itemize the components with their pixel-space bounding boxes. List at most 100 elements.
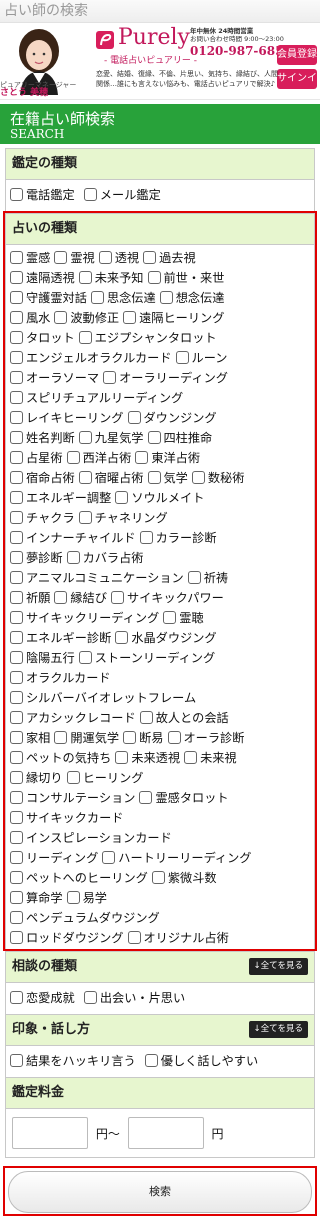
checkbox-box[interactable] <box>167 731 181 744</box>
checkbox-box[interactable] <box>10 751 23 764</box>
checkbox-fortune-option[interactable]: 祈祷 <box>187 568 228 587</box>
checkbox-box[interactable] <box>127 931 141 944</box>
checkbox-fortune-option[interactable]: スピリチュアルリーディング <box>10 388 183 407</box>
checkbox-fortune-option[interactable]: ソウルメイト <box>115 488 204 507</box>
checkbox-fortune-option[interactable]: カラー診断 <box>139 528 217 547</box>
checkbox-fortune-option[interactable]: 数秘術 <box>191 468 244 487</box>
checkbox-fortune-option[interactable]: ダウンジング <box>127 408 217 427</box>
checkbox-fortune-option[interactable]: オーラリーディング <box>103 368 228 387</box>
checkbox-box[interactable] <box>110 591 124 604</box>
checkbox-box[interactable] <box>10 871 23 884</box>
checkbox-encounter[interactable]: 出会い・片思い <box>83 988 185 1008</box>
checkbox-fortune-option[interactable]: 霊視 <box>54 248 95 267</box>
checkbox-fortune-option[interactable]: 故人との会話 <box>139 708 229 727</box>
checkbox-fortune-option[interactable]: サイキックカード <box>10 808 124 827</box>
checkbox-fortune-option[interactable]: 想念伝達 <box>159 288 224 307</box>
checkbox-love[interactable]: 恋愛成就 <box>10 988 75 1008</box>
checkbox-box[interactable] <box>147 431 161 444</box>
checkbox-mail-appraisal[interactable]: メール鑑定 <box>83 185 161 205</box>
impression-see-all-button[interactable]: ↓全てを見る <box>248 1021 308 1038</box>
checkbox-fortune-option[interactable]: ペンデュラムダウジング <box>10 908 160 927</box>
register-button[interactable]: 会員登録 <box>277 45 317 65</box>
checkbox-box[interactable] <box>54 311 68 324</box>
checkbox-box[interactable] <box>10 371 23 384</box>
checkbox-fortune-option[interactable]: 前世・来世 <box>147 268 224 287</box>
checkbox-box[interactable] <box>123 731 137 744</box>
checkbox-box[interactable] <box>139 791 153 804</box>
checkbox-box[interactable] <box>66 891 80 904</box>
checkbox-gentle-talk[interactable]: 優しく話しやすい <box>144 1051 258 1071</box>
checkbox-fortune-option[interactable]: ロッドダウジング <box>10 928 124 947</box>
checkbox-fortune-option[interactable]: 霊聴 <box>163 608 204 627</box>
checkbox-fortune-option[interactable]: 家相 <box>10 728 50 747</box>
checkbox-fortune-option[interactable]: 遠隔ヒーリング <box>123 308 224 327</box>
checkbox-box[interactable] <box>10 831 23 844</box>
phone-number[interactable]: 0120-987-685 <box>190 44 283 58</box>
checkbox-box[interactable] <box>10 851 23 864</box>
checkbox-box[interactable] <box>10 351 23 364</box>
checkbox-box[interactable] <box>54 251 68 264</box>
checkbox-fortune-option[interactable]: 水晶ダウジング <box>115 628 217 647</box>
checkbox-fortune-option[interactable]: 東洋占術 <box>135 448 200 467</box>
checkbox-box[interactable] <box>10 891 23 904</box>
checkbox-box[interactable] <box>115 491 129 504</box>
checkbox-box[interactable] <box>10 1054 23 1067</box>
checkbox-box[interactable] <box>103 371 117 384</box>
checkbox-box[interactable] <box>139 711 153 724</box>
checkbox-fortune-option[interactable]: 紫微斗数 <box>151 868 217 887</box>
checkbox-box[interactable] <box>10 631 23 644</box>
checkbox-fortune-option[interactable]: 未来予知 <box>78 268 144 287</box>
checkbox-fortune-option[interactable]: 気学 <box>147 468 188 487</box>
checkbox-fortune-option[interactable]: シルバーバイオレットフレーム <box>10 688 196 707</box>
checkbox-box[interactable] <box>66 771 80 784</box>
checkbox-fortune-option[interactable]: 遠隔透視 <box>10 268 75 287</box>
checkbox-fortune-option[interactable]: チャクラ <box>10 508 75 527</box>
signin-button[interactable]: サインイン <box>277 69 317 99</box>
checkbox-box[interactable] <box>151 871 165 884</box>
checkbox-box[interactable] <box>10 731 23 744</box>
checkbox-fortune-option[interactable]: アニマルコミュニケーション <box>10 568 184 587</box>
checkbox-fortune-option[interactable]: 宿曜占術 <box>78 468 144 487</box>
checkbox-fortune-option[interactable]: コンサルテーション <box>10 788 135 807</box>
checkbox-box[interactable] <box>10 791 23 804</box>
checkbox-fortune-option[interactable]: ルーン <box>175 348 227 367</box>
checkbox-box[interactable] <box>10 331 23 344</box>
checkbox-fortune-option[interactable]: エンジェルオラクルカード <box>10 348 172 367</box>
checkbox-box[interactable] <box>10 591 23 604</box>
checkbox-fortune-option[interactable]: 未来透視 <box>115 748 180 767</box>
checkbox-box[interactable] <box>90 291 104 304</box>
checkbox-box[interactable] <box>78 511 92 524</box>
checkbox-fortune-option[interactable]: オーラソーマ <box>10 368 99 387</box>
checkbox-box[interactable] <box>78 331 92 344</box>
checkbox-fortune-option[interactable]: 四柱推命 <box>147 428 212 447</box>
checkbox-box[interactable] <box>10 671 23 684</box>
checkbox-fortune-option[interactable]: 縁切り <box>10 768 63 787</box>
checkbox-fortune-option[interactable]: 未来視 <box>184 748 237 767</box>
consult-see-all-button[interactable]: ↓全てを見る <box>248 958 308 975</box>
checkbox-box[interactable] <box>78 471 92 484</box>
checkbox-box[interactable] <box>66 451 80 464</box>
checkbox-fortune-option[interactable]: カバラ占術 <box>66 548 144 567</box>
checkbox-fortune-option[interactable]: 霊感タロット <box>139 788 229 807</box>
checkbox-fortune-option[interactable]: タロット <box>10 328 75 347</box>
checkbox-fortune-option[interactable]: インスピレーションカード <box>10 828 172 847</box>
checkbox-fortune-option[interactable]: サイキックリーディング <box>10 608 159 627</box>
checkbox-fortune-option[interactable]: 開運気学 <box>54 728 119 747</box>
checkbox-box[interactable] <box>10 511 23 524</box>
checkbox-fortune-option[interactable]: オーラ診断 <box>167 728 244 747</box>
checkbox-box[interactable] <box>83 991 97 1004</box>
checkbox-box[interactable] <box>10 611 23 624</box>
checkbox-fortune-option[interactable]: オリジナル占術 <box>127 928 229 947</box>
checkbox-phone-appraisal[interactable]: 電話鑑定 <box>10 185 75 205</box>
checkbox-fortune-option[interactable]: ヒーリング <box>66 768 144 787</box>
checkbox-box[interactable] <box>10 311 23 324</box>
checkbox-fortune-option[interactable]: 風水 <box>10 308 50 327</box>
checkbox-fortune-option[interactable]: 過去視 <box>143 248 196 267</box>
fee-min-input[interactable] <box>12 1117 88 1149</box>
checkbox-fortune-option[interactable]: 西洋占術 <box>66 448 131 467</box>
checkbox-box[interactable] <box>10 571 23 584</box>
checkbox-fortune-option[interactable]: ハートリーリーディング <box>102 848 252 867</box>
checkbox-box[interactable] <box>10 691 23 704</box>
checkbox-box[interactable] <box>10 431 23 444</box>
checkbox-box[interactable] <box>78 271 92 284</box>
